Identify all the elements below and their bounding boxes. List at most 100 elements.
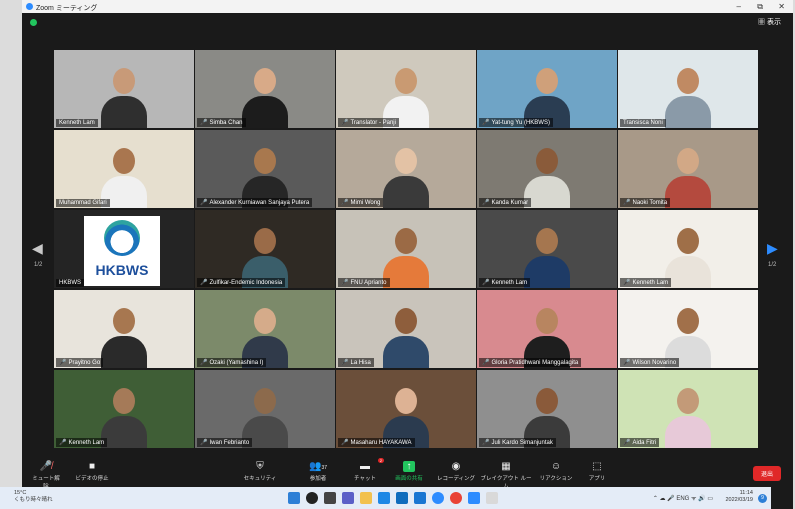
muted-mic-icon: 🎤	[482, 440, 490, 446]
record-button[interactable]: ◉ レコーディング	[436, 461, 476, 482]
participant-tile[interactable]: 🎤 Kenneth Lam	[54, 370, 194, 448]
participant-head	[113, 388, 135, 414]
people-icon: 👥37	[308, 461, 327, 472]
participant-body	[665, 256, 711, 288]
chevron-up-icon[interactable]: ⌃	[653, 496, 660, 502]
battery-icon[interactable]: ▭	[706, 496, 713, 502]
participant-head	[536, 228, 558, 254]
participant-name: 🎤 Yat-tung Yu (HKBWS)	[479, 118, 553, 127]
encryption-shield-icon[interactable]	[30, 19, 37, 26]
zoom-window-icon[interactable]	[468, 492, 480, 504]
participant-tile[interactable]: 🎤 FNU Aprianto	[336, 210, 476, 288]
participant-tile[interactable]: 🎤 Aida Fitri	[618, 370, 758, 448]
weather-widget[interactable]: 15°C くもり時々晴れ	[14, 490, 53, 504]
muted-mic-icon: 🎤	[482, 280, 490, 286]
edge-icon[interactable]	[378, 492, 390, 504]
weather-desc: くもり時々晴れ	[14, 497, 53, 503]
security-button[interactable]: ⛨ セキュリティ	[240, 461, 280, 482]
participant-tile[interactable]: Kenneth Lam	[54, 50, 194, 128]
mute-button[interactable]: 🎤̸ミュート解除	[30, 461, 62, 490]
participant-body	[665, 416, 711, 448]
participant-tile[interactable]: 🎤 Translator - Panji	[336, 50, 476, 128]
wifi-icon[interactable]: ᯤ	[689, 496, 697, 502]
breakout-rooms-button[interactable]: ▦ブレイクアウト ルーム	[478, 461, 534, 490]
search-icon[interactable]	[306, 492, 318, 504]
participant-name-text: Transisca Noni	[623, 120, 663, 126]
participant-tile[interactable]: 🎤 Wilson Novarino	[618, 290, 758, 368]
participant-name: Muhammad Gifari	[56, 199, 110, 207]
participant-tile[interactable]: 🎤 Mimi Wong	[336, 130, 476, 208]
start-icon[interactable]	[288, 492, 300, 504]
participant-tile[interactable]: 🎤 Kenneth Lam	[477, 210, 617, 288]
participant-tile[interactable]: 🎤 Zulfikar-Endemic Indonesia	[195, 210, 335, 288]
leave-button[interactable]: 退出	[752, 466, 781, 481]
participant-head	[254, 308, 276, 334]
apps-button[interactable]: ⬚ アプリ	[584, 461, 610, 482]
participant-name: 🎤 Kenneth Lam	[56, 438, 108, 447]
reactions-button[interactable]: ☺ リアクション	[536, 461, 576, 482]
clock[interactable]: 11:14 2022/03/19	[725, 490, 753, 504]
participant-tile[interactable]: 🎤 Simba Chan	[195, 50, 335, 128]
participant-name: 🎤 Mimi Wong	[338, 198, 384, 207]
muted-mic-icon: 🎤	[200, 200, 208, 206]
participant-name-text: Translator - Panji	[350, 120, 396, 126]
participant-tile[interactable]: 🎤 Naoki Tomita	[618, 130, 758, 208]
participants-button[interactable]: 👥37 参加者	[298, 461, 338, 482]
windows-taskbar: 15°C くもり時々晴れ ⌃ ☁ 🎤 ENG ᯤ 🔊 ▭ 11:14 2022/03…	[0, 487, 771, 509]
muted-mic-icon: 🎤	[200, 280, 208, 286]
participant-body	[383, 336, 429, 368]
zoom-taskbar-icon[interactable]	[432, 492, 444, 504]
prev-page-icon[interactable]: ◀	[32, 240, 43, 257]
video-camera-icon: ■	[88, 461, 96, 472]
close-icon[interactable]: ✕	[778, 2, 785, 11]
participant-name-text: Masaharu HAYAKAWA	[350, 440, 412, 446]
view-button[interactable]: ▦ 表示	[758, 17, 781, 27]
store-icon[interactable]	[396, 492, 408, 504]
chrome-icon[interactable]	[450, 492, 462, 504]
participant-tile[interactable]: 🎤 La Hisa	[336, 290, 476, 368]
chat-app-icon[interactable]	[342, 492, 354, 504]
participant-tile[interactable]: 🎤 Masaharu HAYAKAWA	[336, 370, 476, 448]
language-indicator[interactable]: ENG	[676, 496, 689, 502]
participant-tile[interactable]: Muhammad Gifari	[54, 130, 194, 208]
chat-button[interactable]: ▬ 2 チャット	[350, 458, 384, 482]
logo-text: HKBWS	[95, 262, 149, 278]
participant-head	[113, 308, 135, 334]
participant-name: 🎤 Juli Kardo Simanjuntak	[479, 438, 556, 447]
muted-mic-icon: 🎤	[341, 360, 349, 366]
muted-mic-icon: 🎤	[623, 440, 631, 446]
minimize-icon[interactable]: –	[737, 2, 741, 11]
task-view-icon[interactable]	[324, 492, 336, 504]
video-button[interactable]: ■ ビデオの停止	[72, 461, 112, 482]
system-tray[interactable]: ⌃ ☁ 🎤 ENG ᯤ 🔊 ▭	[653, 494, 713, 502]
next-page-icon[interactable]: ▶	[767, 240, 778, 257]
participant-tile[interactable]: 🎤 Prayitno Go	[54, 290, 194, 368]
volume-icon[interactable]: 🔊	[697, 496, 705, 502]
participant-name-text: Kenneth Lam	[491, 280, 528, 286]
participant-tile[interactable]: 🎤 Kenneth Lam	[618, 210, 758, 288]
participant-body	[383, 176, 429, 208]
participant-tile[interactable]: 🎤 Iwan Febrianto	[195, 370, 335, 448]
participant-tile[interactable]: Transisca Noni	[618, 50, 758, 128]
participant-name-text: Naoki Tomita	[632, 200, 668, 206]
participant-head	[536, 308, 558, 334]
clock-time: 11:14	[739, 490, 753, 496]
participant-tile[interactable]: 🎤 Gloria Pratidhwani Manggalagita	[477, 290, 617, 368]
mic-icon[interactable]: 🎤	[667, 496, 676, 502]
muted-mic-icon: 🎤	[59, 360, 67, 366]
record-icon: ◉	[451, 461, 461, 472]
notification-badge[interactable]: 9	[758, 494, 767, 503]
participant-tile[interactable]: 🎤 Yat-tung Yu (HKBWS)	[477, 50, 617, 128]
file-explorer-icon[interactable]	[360, 492, 372, 504]
share-screen-button[interactable]: ↑ 画面の共有	[390, 461, 428, 482]
participant-tile[interactable]: 🎤 Alexander Kurniawan Sanjaya Putera	[195, 130, 335, 208]
muted-mic-icon: 🎤	[200, 120, 208, 126]
restore-icon[interactable]: ⧉	[757, 2, 763, 12]
participant-tile[interactable]: 🎤 Kanda Kumar	[477, 130, 617, 208]
zoom-window: Zoom ミーティング – ⧉ ✕ ▦ 表示 ◀ 1/2 ▶ 1/2 Kenne…	[22, 0, 793, 509]
participant-tile[interactable]: HKBWS HKBWS	[54, 210, 194, 288]
participant-tile[interactable]: 🎤 Juli Kardo Simanjuntak	[477, 370, 617, 448]
mail-icon[interactable]	[414, 492, 426, 504]
app-icon[interactable]	[486, 492, 498, 504]
participant-tile[interactable]: 🎤 Ozaki (Yamashina I)	[195, 290, 335, 368]
